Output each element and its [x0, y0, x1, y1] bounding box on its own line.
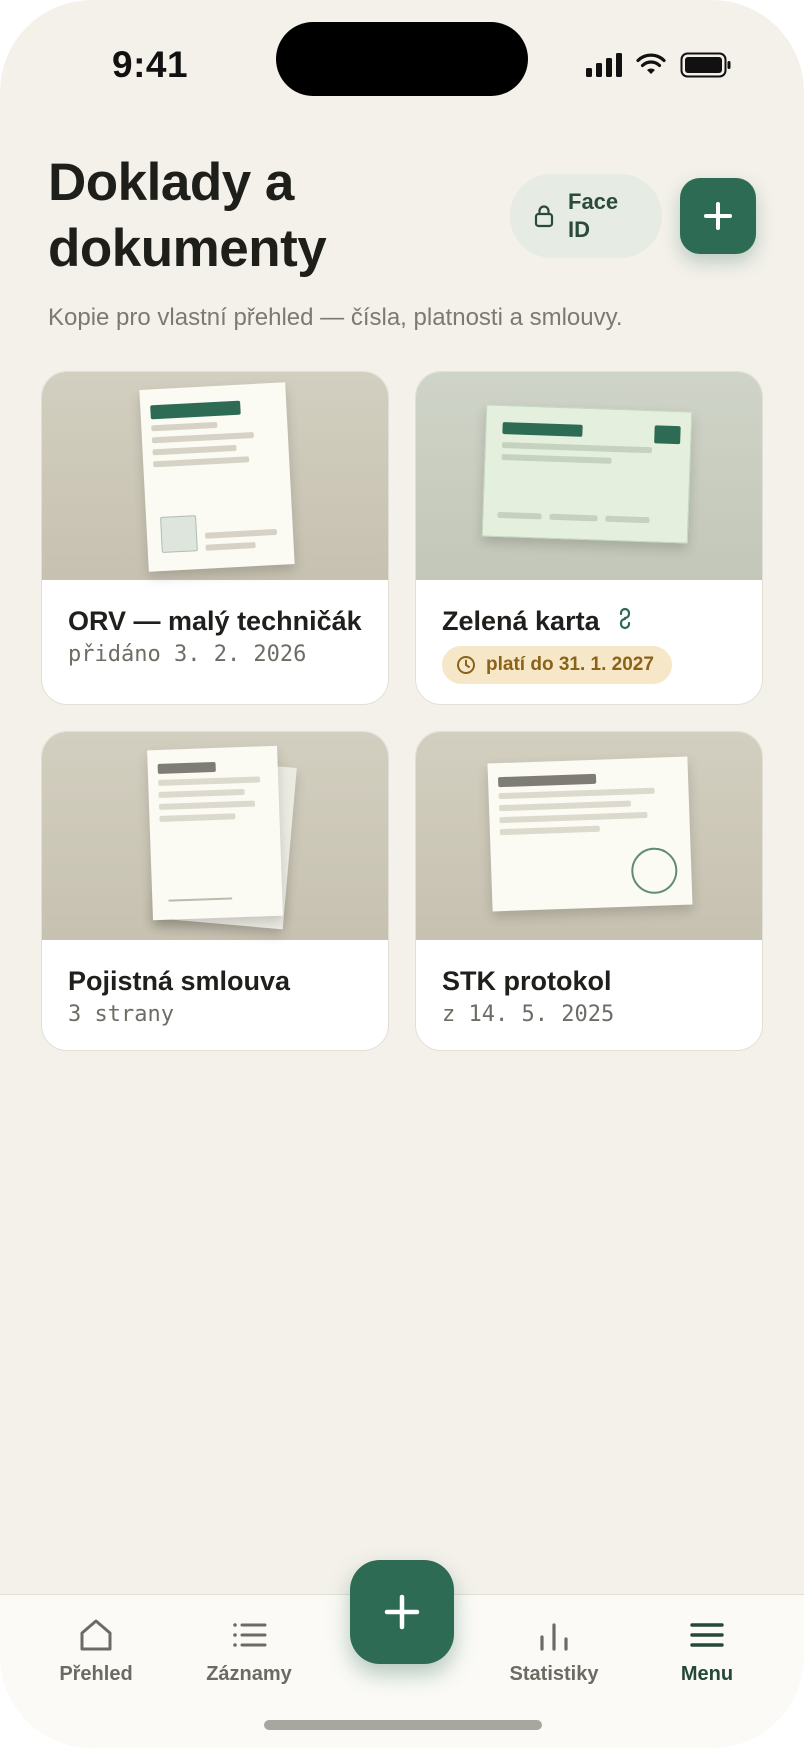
- tab-prehled[interactable]: Přehled: [26, 1617, 166, 1686]
- face-id-button[interactable]: Face ID: [510, 174, 662, 258]
- add-record-fab[interactable]: [350, 1560, 454, 1664]
- document-thumbnail: [416, 372, 762, 580]
- tab-menu[interactable]: Menu: [637, 1617, 777, 1686]
- document-card-stk-protokol[interactable]: STK protokol z 14. 5. 2025: [415, 731, 763, 1051]
- page-subtitle: Kopie pro vlastní přehled — čísla, platn…: [48, 304, 623, 331]
- document-preview: [487, 756, 693, 912]
- chart-icon: [540, 1623, 568, 1651]
- plus-icon: [704, 202, 732, 230]
- document-preview: [147, 745, 283, 921]
- status-icons: [586, 52, 732, 78]
- document-thumbnail: [416, 732, 762, 940]
- plus-icon: [384, 1594, 420, 1630]
- face-id-label-line2: ID: [568, 217, 590, 242]
- validity-badge-text: platí do 31. 1. 2027: [486, 654, 654, 675]
- face-id-label: Face ID: [568, 188, 628, 244]
- wifi-icon: [636, 53, 666, 74]
- document-title: Pojistná smlouva: [68, 966, 291, 996]
- document-title: STK protokol: [442, 966, 612, 996]
- document-thumbnail: [42, 372, 388, 580]
- lock-icon: [534, 205, 554, 228]
- face-id-label-line1: Face: [568, 189, 619, 214]
- document-card-pojistna-smlouva[interactable]: Pojistná smlouva 3 strany: [41, 731, 389, 1051]
- tab-label: Přehled: [59, 1663, 133, 1685]
- home-icon: [80, 1619, 112, 1651]
- page-title-line2: dokumenty: [48, 219, 327, 278]
- page-title-line1: Doklady a: [48, 153, 294, 212]
- document-thumbnail: [42, 732, 388, 940]
- menu-icon: [690, 1623, 724, 1647]
- list-icon: [233, 1623, 267, 1647]
- tab-zaznamy[interactable]: Záznamy: [179, 1617, 319, 1686]
- tab-label: Statistiky: [509, 1663, 599, 1685]
- status-time: 9:41: [112, 44, 189, 85]
- phone-screen: 9:41 Doklady a dokumenty Face ID Kopie p…: [0, 0, 804, 1748]
- clock-icon: [457, 656, 475, 674]
- document-card-zelena-karta[interactable]: Zelená karta platí do 31. 1. 2027: [415, 371, 763, 705]
- validity-badge: platí do 31. 1. 2027: [442, 646, 672, 684]
- document-subtitle: přidáno 3. 2. 2026: [68, 642, 307, 667]
- document-title: ORV — malý techničák: [68, 606, 362, 636]
- tab-label: Záznamy: [206, 1663, 292, 1685]
- add-document-button[interactable]: [680, 178, 756, 254]
- document-subtitle: z 14. 5. 2025: [442, 1002, 615, 1027]
- link-icon: [620, 607, 631, 630]
- document-preview: [139, 382, 295, 572]
- page-title: Doklady a dokumenty: [48, 150, 327, 282]
- dynamic-island: [276, 22, 528, 96]
- tab-statistiky[interactable]: Statistiky: [484, 1617, 624, 1686]
- signal-icon: [586, 53, 622, 77]
- tab-label: Menu: [680, 1663, 734, 1685]
- document-preview: [481, 404, 693, 544]
- document-subtitle: 3 strany: [68, 1002, 174, 1027]
- document-title-text: Zelená karta: [442, 606, 600, 636]
- document-title: Zelená karta: [442, 606, 633, 637]
- home-indicator[interactable]: [264, 1720, 542, 1730]
- document-card-orv[interactable]: ORV — malý techničák přidáno 3. 2. 2026: [41, 371, 389, 705]
- battery-icon: [680, 52, 731, 78]
